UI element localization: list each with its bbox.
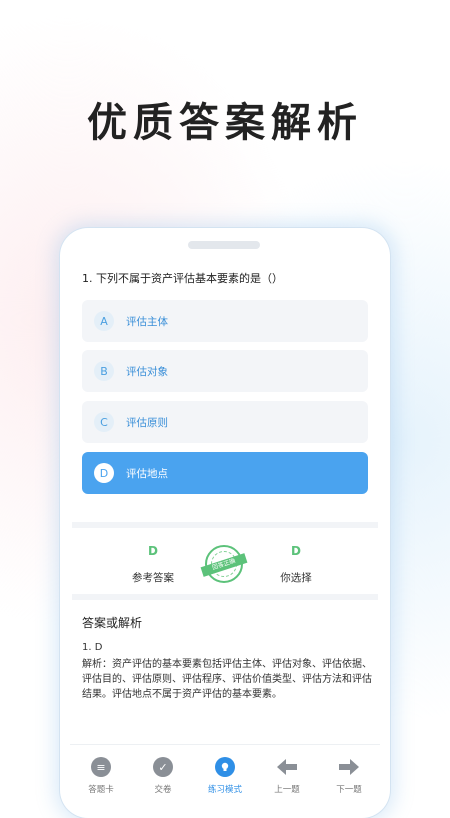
analysis-title: 答案或解析 — [82, 616, 143, 630]
option-b[interactable]: B 评估对象 — [82, 350, 368, 392]
check-icon: ✓ — [153, 757, 173, 777]
option-a[interactable]: A 评估主体 — [82, 300, 368, 342]
reference-answer: D 参考答案 — [108, 544, 198, 585]
arrow-left-icon — [277, 757, 297, 777]
option-text: 评估地点 — [126, 467, 168, 480]
option-d[interactable]: D 评估地点 — [82, 452, 368, 494]
reference-answer-label: 参考答案 — [132, 572, 174, 584]
tab-answer-sheet[interactable]: ≡ 答题卡 — [70, 745, 132, 805]
arrow-right-icon — [339, 757, 359, 777]
your-answer-label: 你选择 — [280, 572, 312, 584]
tab-practice-mode[interactable]: 练习模式 — [194, 745, 256, 805]
analysis-answer: 1. D — [82, 642, 103, 653]
tab-label: 练习模式 — [207, 785, 242, 795]
tab-next[interactable]: 下一题 — [318, 745, 380, 805]
option-text: 评估对象 — [126, 365, 168, 378]
bulb-icon — [215, 757, 235, 777]
question-text: 1. 下列不属于资产评估基本要素的是（） — [82, 272, 283, 285]
correct-stamp-icon: 回答正确 — [200, 545, 248, 583]
tab-label: 上一题 — [274, 785, 300, 795]
your-answer-letter: D — [291, 544, 301, 558]
tab-submit[interactable]: ✓ 交卷 — [132, 745, 194, 805]
option-text: 评估主体 — [126, 315, 168, 328]
headline: 优质答案解析 — [87, 100, 363, 146]
option-letter: C — [94, 412, 114, 432]
divider — [72, 522, 378, 528]
reference-answer-letter: D — [148, 544, 158, 558]
tab-label: 答题卡 — [88, 785, 114, 795]
phone-notch — [188, 241, 260, 249]
option-letter: A — [94, 311, 114, 331]
your-answer: D 你选择 — [251, 544, 341, 585]
list-icon: ≡ — [91, 757, 111, 777]
option-letter: B — [94, 361, 114, 381]
option-c[interactable]: C 评估原则 — [82, 401, 368, 443]
tab-previous[interactable]: 上一题 — [256, 745, 318, 805]
option-text: 评估原则 — [126, 416, 168, 429]
bottom-tabbar: ≡ 答题卡 ✓ 交卷 练习模式 上一题 下一题 — [70, 744, 380, 805]
tab-label: 交卷 — [154, 785, 172, 795]
phone-frame: 1. 下列不属于资产评估基本要素的是（） A 评估主体 B 评估对象 C 评估原… — [60, 228, 390, 818]
divider — [72, 594, 378, 600]
option-letter: D — [94, 463, 114, 483]
analysis-text: 解析：资产评估的基本要素包括评估主体、评估对象、评估依据、评估目的、评估原则、评… — [82, 659, 372, 700]
tab-label: 下一题 — [336, 785, 362, 795]
